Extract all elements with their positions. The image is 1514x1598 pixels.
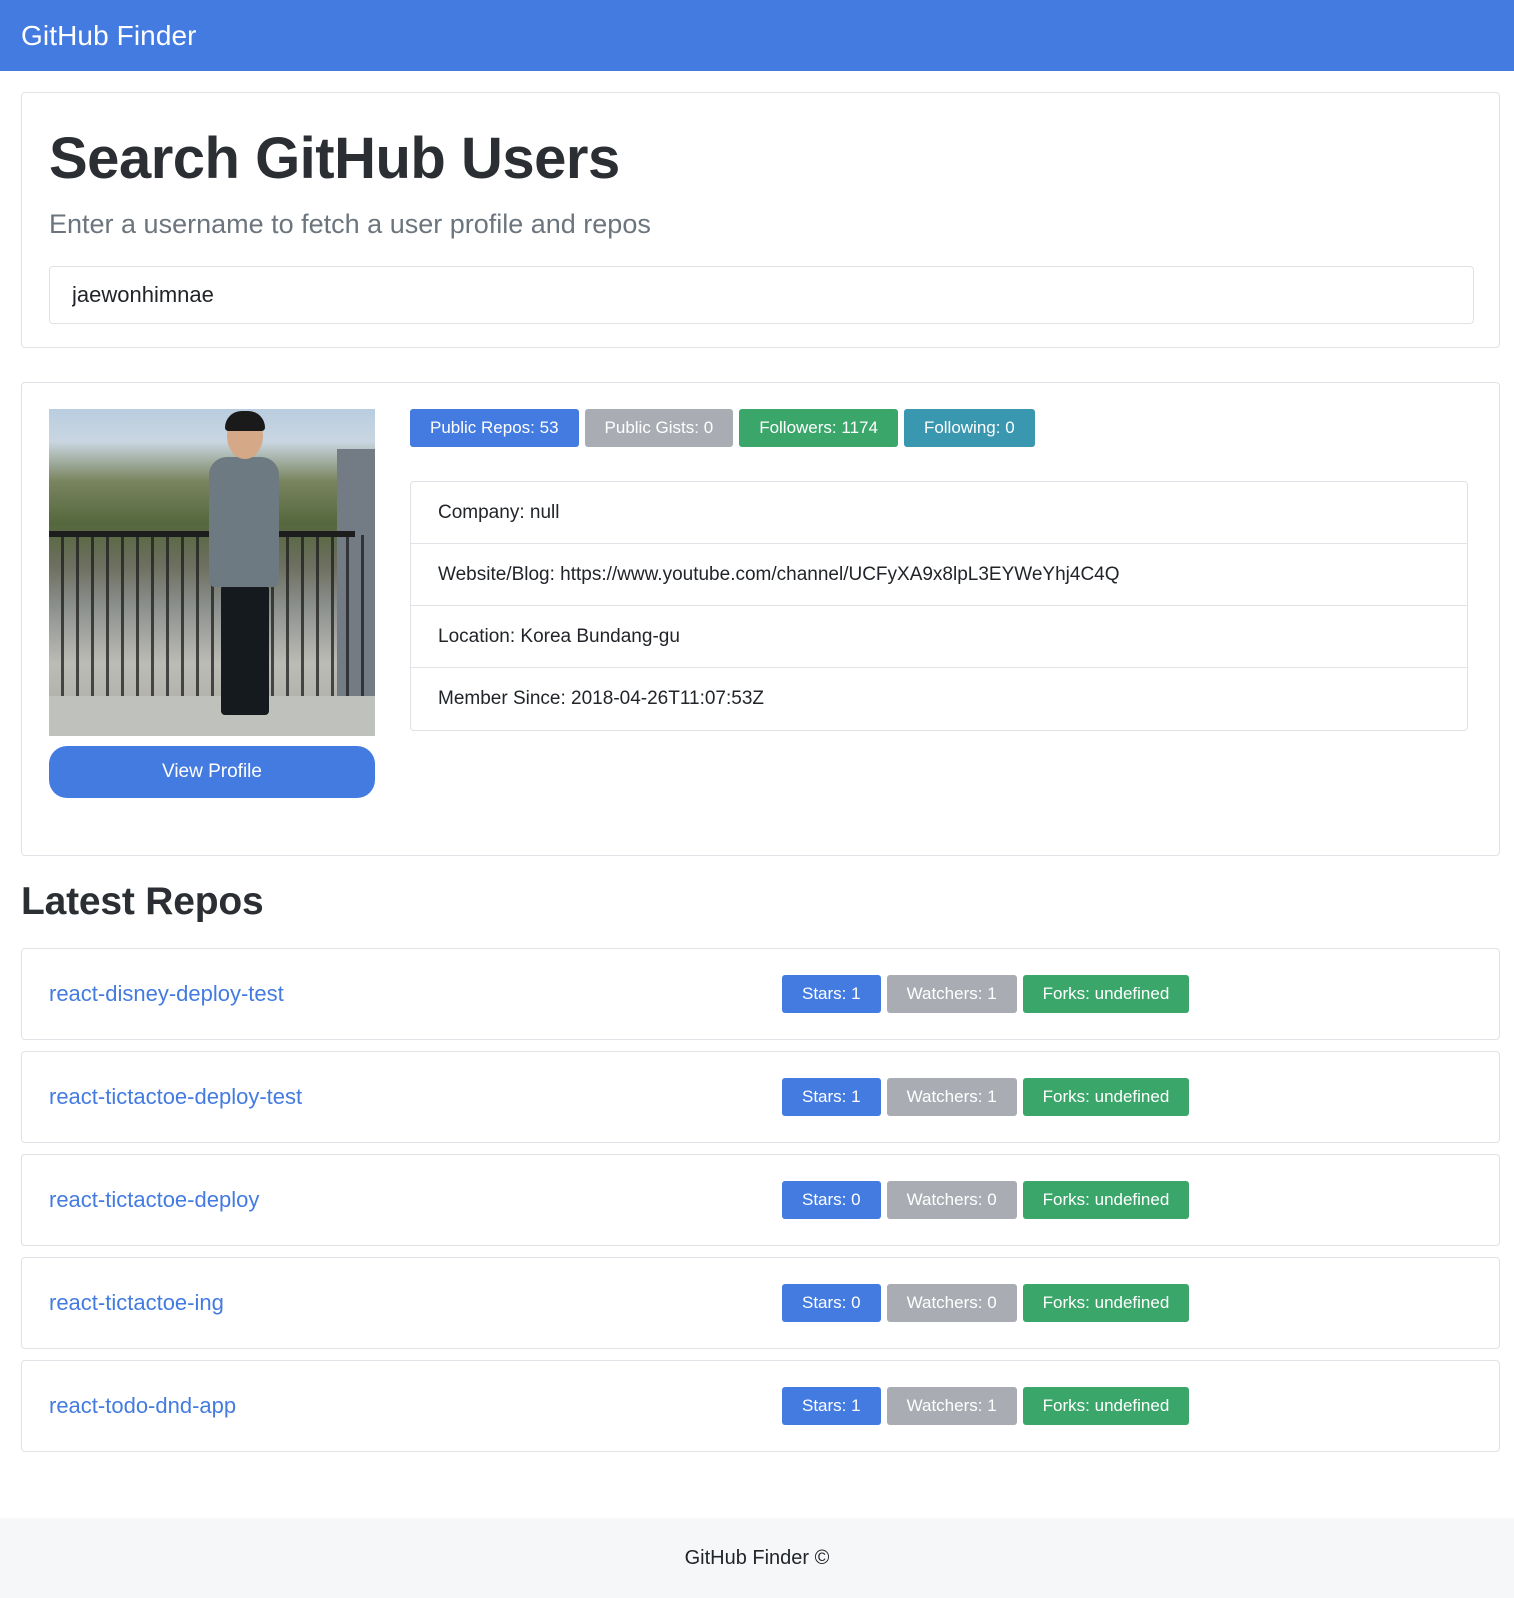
repo-item: react-tictactoe-deploy Stars: 0 Watchers… — [21, 1154, 1500, 1246]
stars-badge: Stars: 1 — [782, 1078, 881, 1116]
forks-badge: Forks: undefined — [1022, 1078, 1190, 1116]
profile-stats-badges: Public Repos: 53 Public Gists: 0 Followe… — [410, 409, 1035, 447]
stars-badge: Stars: 0 — [782, 1181, 881, 1219]
forks-badge: Forks: undefined — [1022, 1387, 1190, 1425]
repo-link[interactable]: react-tictactoe-deploy — [49, 1155, 259, 1245]
repo-item: react-tictactoe-deploy-test Stars: 1 Wat… — [21, 1051, 1500, 1143]
repo-badges: Stars: 1 Watchers: 1 Forks: undefined — [782, 975, 1190, 1013]
repo-link[interactable]: react-disney-deploy-test — [49, 949, 284, 1039]
watchers-badge: Watchers: 0 — [886, 1181, 1017, 1219]
repo-badges: Stars: 1 Watchers: 1 Forks: undefined — [782, 1078, 1190, 1116]
watchers-badge: Watchers: 1 — [886, 975, 1017, 1013]
search-heading: Search GitHub Users — [49, 126, 620, 191]
repo-badges: Stars: 0 Watchers: 0 Forks: undefined — [782, 1284, 1190, 1322]
watchers-badge: Watchers: 1 — [886, 1078, 1017, 1116]
watchers-badge: Watchers: 1 — [886, 1387, 1017, 1425]
footer-text: GitHub Finder © — [684, 1546, 830, 1569]
avatar — [49, 409, 375, 736]
repo-badges: Stars: 0 Watchers: 0 Forks: undefined — [782, 1181, 1190, 1219]
forks-badge: Forks: undefined — [1022, 1284, 1190, 1322]
repo-link[interactable]: react-todo-dnd-app — [49, 1361, 236, 1451]
stars-badge: Stars: 0 — [782, 1284, 881, 1322]
public-repos-badge: Public Repos: 53 — [410, 409, 579, 447]
username-search-input[interactable] — [49, 266, 1474, 324]
company-item: Company: null — [411, 482, 1467, 544]
repo-item: react-todo-dnd-app Stars: 1 Watchers: 1 … — [21, 1360, 1500, 1452]
latest-repos-title: Latest Repos — [21, 880, 264, 923]
repo-list: react-disney-deploy-test Stars: 1 Watche… — [21, 948, 1500, 1463]
view-profile-button[interactable]: View Profile — [49, 746, 375, 798]
followers-badge: Followers: 1174 — [739, 409, 898, 447]
following-badge: Following: 0 — [903, 409, 1035, 447]
forks-badge: Forks: undefined — [1022, 1181, 1190, 1219]
location-item: Location: Korea Bundang-gu — [411, 606, 1467, 668]
brand-title[interactable]: GitHub Finder — [21, 20, 197, 52]
forks-badge: Forks: undefined — [1022, 975, 1190, 1013]
repo-item: react-tictactoe-ing Stars: 0 Watchers: 0… — [21, 1257, 1500, 1349]
repo-badges: Stars: 1 Watchers: 1 Forks: undefined — [782, 1387, 1190, 1425]
stars-badge: Stars: 1 — [782, 975, 881, 1013]
search-lead: Enter a username to fetch a user profile… — [49, 209, 651, 239]
profile-card: View Profile Public Repos: 53 Public Gis… — [21, 382, 1500, 856]
stars-badge: Stars: 1 — [782, 1387, 881, 1425]
website-item: Website/Blog: https://www.youtube.com/ch… — [411, 544, 1467, 606]
repo-link[interactable]: react-tictactoe-deploy-test — [49, 1052, 302, 1142]
navbar: GitHub Finder — [0, 0, 1514, 71]
repo-link[interactable]: react-tictactoe-ing — [49, 1258, 224, 1348]
profile-info-list: Company: null Website/Blog: https://www.… — [410, 481, 1468, 731]
repo-item: react-disney-deploy-test Stars: 1 Watche… — [21, 948, 1500, 1040]
member-since-item: Member Since: 2018-04-26T11:07:53Z — [438, 688, 764, 709]
search-card: Search GitHub Users Enter a username to … — [21, 92, 1500, 348]
footer: GitHub Finder © — [0, 1518, 1514, 1598]
public-gists-badge: Public Gists: 0 — [584, 409, 734, 447]
watchers-badge: Watchers: 0 — [886, 1284, 1017, 1322]
